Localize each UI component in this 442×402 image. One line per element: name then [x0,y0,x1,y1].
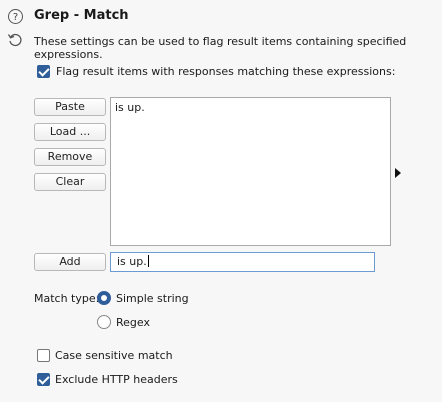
regex-radio[interactable] [97,315,111,329]
simple-string-radio[interactable] [97,291,111,305]
page-title: Grep - Match [34,8,129,23]
match-type-label: Match type: [34,292,100,305]
remove-button[interactable]: Remove [34,148,106,166]
load-button[interactable]: Load ... [34,123,106,141]
expand-arrow-icon[interactable] [395,168,401,178]
exclude-http-headers-label: Exclude HTTP headers [55,373,178,386]
exclude-http-headers-checkbox[interactable] [37,373,50,386]
case-sensitive-label: Case sensitive match [55,349,173,362]
clear-button[interactable]: Clear [34,173,106,191]
settings-description: These settings can be used to flag resul… [34,35,407,61]
help-icon[interactable]: ? [8,9,23,24]
simple-string-label[interactable]: Simple string [116,292,189,305]
flag-result-label: Flag result items with responses matchin… [56,65,396,78]
paste-button[interactable]: Paste [34,98,106,116]
expression-input[interactable]: is up. [110,252,375,272]
add-button[interactable]: Add [34,253,106,271]
reset-icon[interactable] [7,32,23,48]
flag-result-checkbox[interactable] [37,65,50,78]
text-caret [147,255,149,267]
list-item[interactable]: is up. [115,101,145,114]
expression-list[interactable]: is up. [110,97,391,246]
regex-label[interactable]: Regex [116,316,150,329]
expression-input-value: is up. [117,255,147,268]
case-sensitive-checkbox[interactable] [37,349,50,362]
